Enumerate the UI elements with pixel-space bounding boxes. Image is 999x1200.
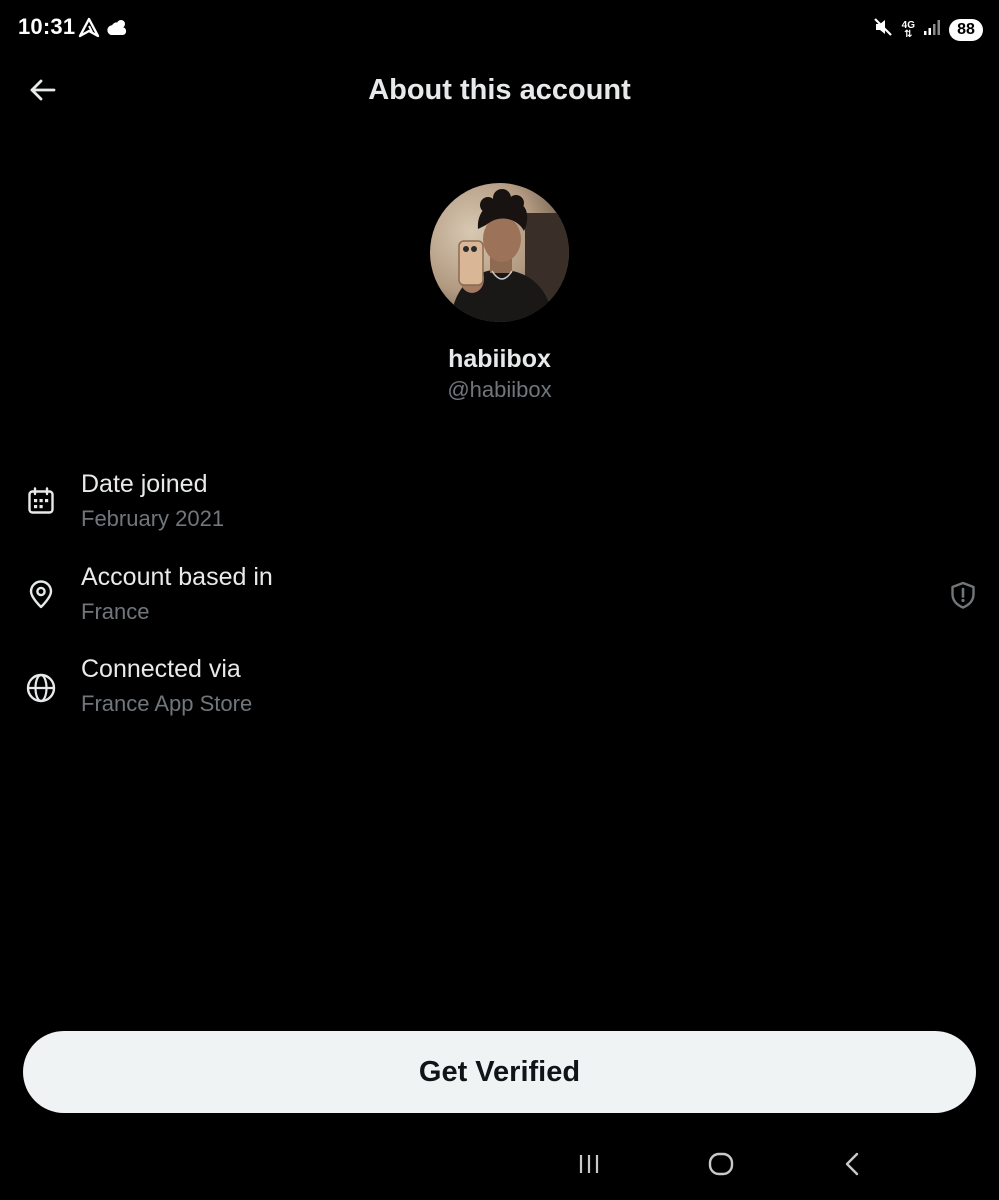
status-left-icons [78, 17, 130, 44]
recent-apps-icon [576, 1151, 602, 1182]
header: About this account [0, 58, 999, 124]
back-icon [840, 1151, 866, 1182]
mute-icon [872, 16, 894, 43]
avatar[interactable] [430, 183, 569, 322]
display-name: habiibox [448, 345, 551, 373]
home-icon [707, 1150, 735, 1183]
battery-icon: 88 [949, 18, 983, 41]
get-verified-button[interactable]: Get Verified [23, 1031, 976, 1113]
home-button[interactable] [699, 1144, 743, 1188]
navigation-app-icon [78, 17, 100, 44]
system-back-button[interactable] [831, 1144, 875, 1188]
recent-apps-button[interactable] [567, 1144, 611, 1188]
account-based-in-label: Account based in [81, 563, 273, 591]
status-right-icons: 4G ⇅ 88 [872, 16, 983, 43]
status-bar: 10:31 4G ⇅ 88 [0, 0, 999, 58]
date-joined-value: February 2021 [81, 506, 225, 531]
date-joined-label: Date joined [81, 470, 208, 498]
signal-icon [923, 18, 941, 41]
calendar-icon [24, 484, 58, 518]
connected-via-value: France App Store [81, 691, 253, 716]
date-joined-row: Date joined February 2021 [0, 470, 999, 550]
system-nav-bar [0, 1138, 999, 1200]
network-type-label: 4G [901, 19, 915, 31]
page-title: About this account [368, 74, 631, 106]
globe-icon [24, 671, 58, 705]
shield-alert-icon[interactable] [945, 577, 981, 613]
status-time: 10:31 [18, 14, 76, 39]
connected-via-row: Connected via France App Store [0, 655, 999, 735]
location-pin-icon [24, 578, 58, 612]
weather-cloud-icon [106, 17, 130, 44]
username-handle: @habiibox [447, 377, 552, 402]
account-based-in-value: France [81, 599, 150, 624]
account-based-in-row: Account based in France [0, 563, 999, 643]
mobile-data-icon: 4G ⇅ [901, 19, 915, 40]
connected-via-label: Connected via [81, 655, 241, 683]
